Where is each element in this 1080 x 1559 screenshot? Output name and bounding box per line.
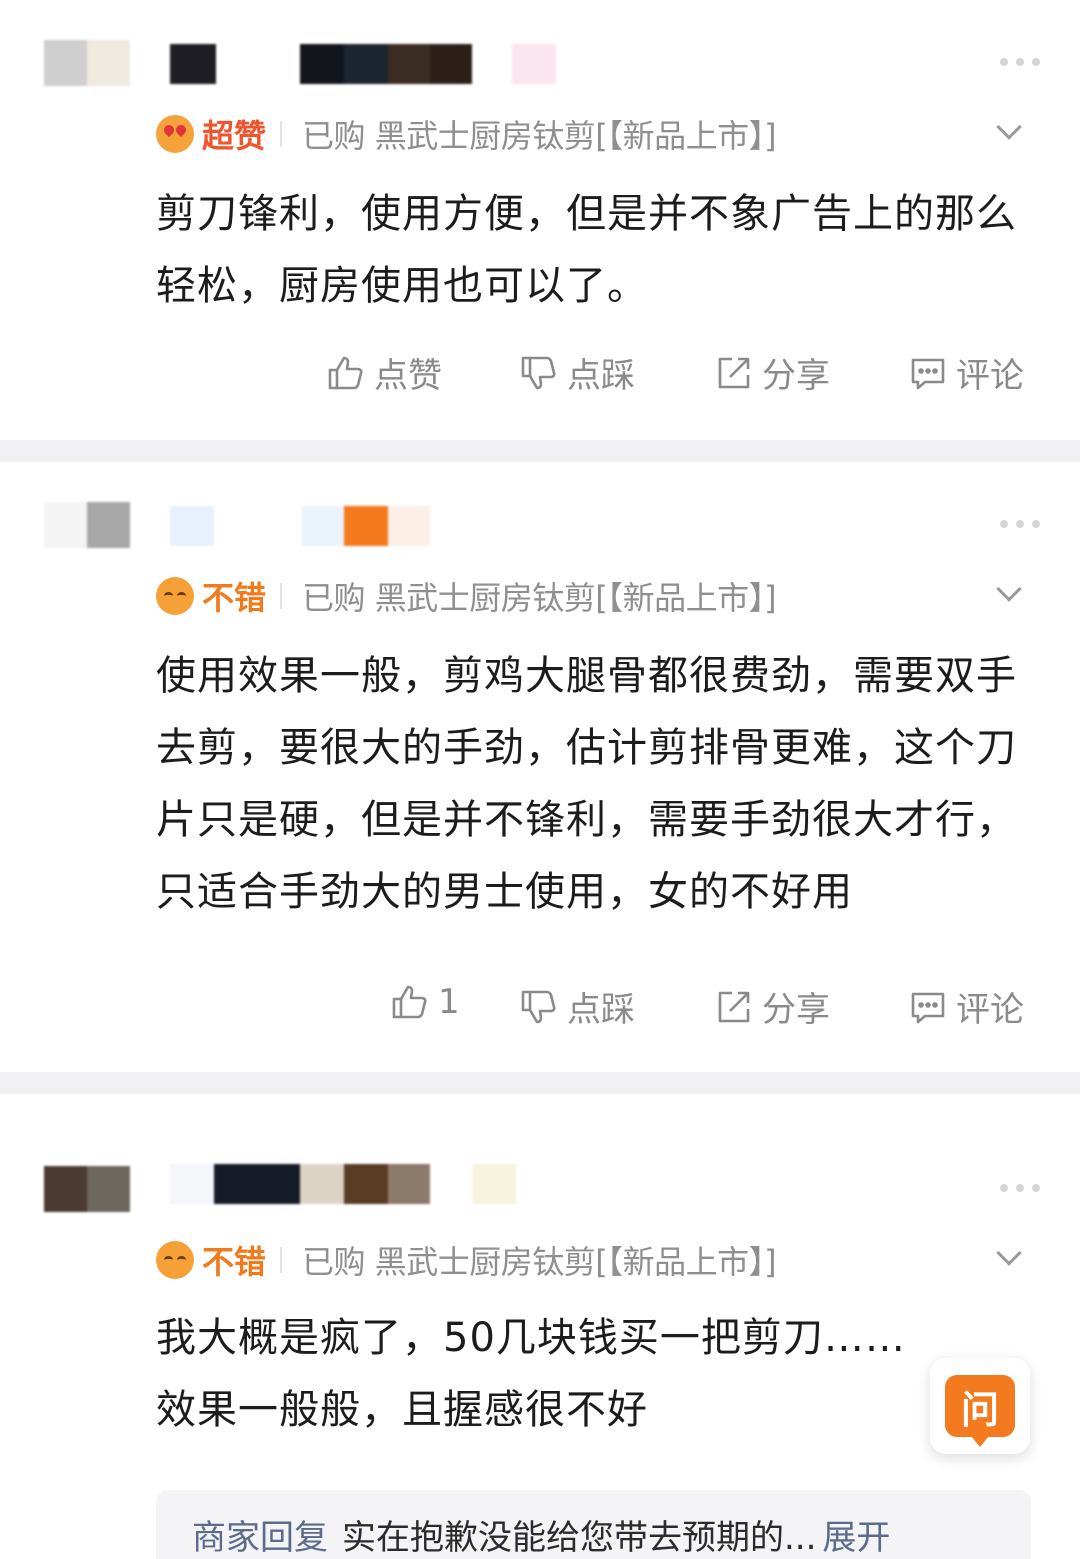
share-icon [718,991,750,1022]
more-options-icon[interactable] [1000,520,1040,528]
username-blurred [170,1164,516,1204]
rating-face-icon [156,115,194,153]
username-blurred [170,506,430,546]
purchase-info: 已购 黑武士厨房钛剪[【新品上市】] [302,579,777,617]
review-meta: 不错 已购 黑武士厨房钛剪[【新品上市】] [156,1238,1036,1282]
review-meta: 不错 已购 黑武士厨房钛剪[【新品上市】] [156,574,1036,618]
divider [280,121,283,147]
avatar[interactable] [44,1166,130,1212]
share-button[interactable]: 分享 [714,982,830,1031]
review-card: 不错 已购 黑武士厨房钛剪[【新品上市】] 我大概是疯了，50几块钱买一把剪刀…… [0,1094,1080,1559]
thumb-up-icon [328,356,363,389]
chevron-down-icon[interactable] [996,114,1022,140]
avatar[interactable] [44,40,130,86]
comment-icon [911,358,945,389]
more-options-icon[interactable] [1000,1184,1040,1192]
share-label: 分享 [762,990,830,1030]
comment-icon [911,992,945,1023]
thumb-up-icon [392,985,427,1019]
avatar[interactable] [44,502,130,548]
like-label: 点赞 [374,356,442,396]
review-meta: 超赞 已购 黑武士厨房钛剪[【新品上市】] [156,112,1036,156]
username-blurred [170,44,556,84]
rating-face-icon [156,1241,194,1279]
comment-label: 评论 [956,990,1024,1030]
dislike-label: 点踩 [567,990,635,1030]
divider [280,583,283,609]
like-button[interactable]: 点赞 [326,348,442,397]
dislike-label: 点踩 [567,356,635,396]
review-card: 不错 已购 黑武士厨房钛剪[【新品上市】] 使用效果一般，剪鸡大腿骨都很费劲，需… [0,462,1080,1072]
review-actions: 1 点踩 分享 评论 [0,982,1080,1038]
like-count: 1 [438,982,460,1022]
merchant-reply[interactable]: 商家回复 实在抱歉没能给您带去预期的... 展开 [156,1490,1031,1559]
comment-button[interactable]: 评论 [908,348,1024,397]
share-icon [718,357,750,388]
dislike-button[interactable]: 点踩 [519,348,635,397]
review-card: 超赞 已购 黑武士厨房钛剪[【新品上市】] 剪刀锋利，使用方便，但是并不象广告上… [0,0,1080,440]
rating-label: 超赞 [202,117,267,155]
review-text: 我大概是疯了，50几块钱买一把剪刀……效果一般般，且握感很不好 [156,1315,906,1433]
ask-button[interactable]: 问 [930,1358,1030,1454]
thumb-down-icon [521,990,556,1023]
divider [280,1247,283,1273]
review-text: 剪刀锋利，使用方便，但是并不象广告上的那么轻松，厨房使用也可以了。 [156,191,1017,309]
rating-label: 不错 [202,1243,267,1281]
rating-label: 不错 [202,579,267,617]
ask-label: 问 [960,1387,999,1432]
comment-button[interactable]: 评论 [908,982,1024,1031]
chevron-down-icon[interactable] [996,576,1022,602]
like-button[interactable]: 1 [390,982,460,1022]
expand-link[interactable]: 展开 [822,1518,890,1558]
comment-label: 评论 [956,356,1024,396]
share-button[interactable]: 分享 [714,348,830,397]
merchant-reply-label: 商家回复 [192,1518,328,1558]
ask-icon: 问 [945,1375,1015,1447]
purchase-info: 已购 黑武士厨房钛剪[【新品上市】] [302,1243,777,1281]
merchant-reply-text: 实在抱歉没能给您带去预期的... [342,1518,817,1558]
more-options-icon[interactable] [1000,58,1040,66]
dislike-button[interactable]: 点踩 [519,982,635,1031]
rating-face-icon [156,577,194,615]
thumb-down-icon [521,356,556,389]
chevron-down-icon[interactable] [996,1240,1022,1266]
review-text: 使用效果一般，剪鸡大腿骨都很费劲，需要双手去剪，要很大的手劲，估计剪排骨更难，这… [156,653,1017,915]
share-label: 分享 [762,356,830,396]
review-actions: 点赞 点踩 分享 评论 [0,348,1080,404]
purchase-info: 已购 黑武士厨房钛剪[【新品上市】] [302,117,777,155]
